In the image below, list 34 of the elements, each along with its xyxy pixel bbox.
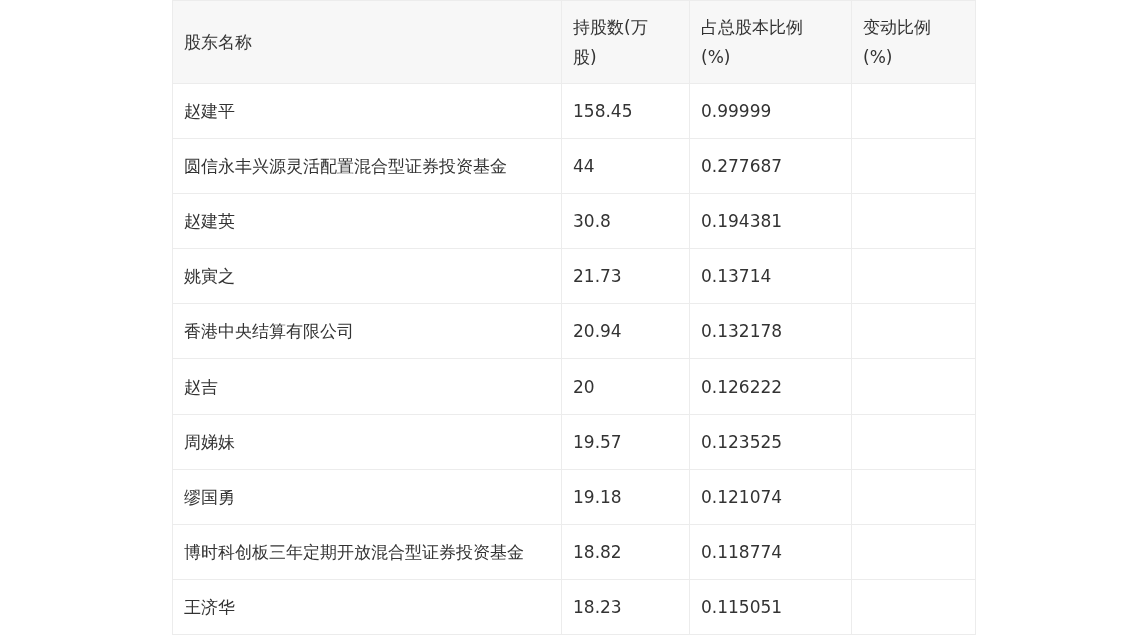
- table-cell: 0.123525: [689, 414, 852, 470]
- table-cell: 姚寅之: [172, 248, 562, 304]
- table-cell: 0.118774: [689, 524, 852, 580]
- table-cell: 30.8: [561, 193, 690, 249]
- table-cell: 0.132178: [689, 303, 852, 359]
- table-cell: 香港中央结算有限公司: [172, 303, 562, 359]
- table-cell: 0.13714: [689, 248, 852, 304]
- column-header: 股东名称: [172, 0, 562, 84]
- table-cell: 圆信永丰兴源灵活配置混合型证券投资基金: [172, 138, 562, 194]
- table-cell: 0.277687: [689, 138, 852, 194]
- table-cell: 18.82: [561, 524, 690, 580]
- table-cell: 0.99999: [689, 83, 852, 139]
- table-cell: 18.23: [561, 579, 690, 635]
- column-header: 变动比例(%): [851, 0, 976, 84]
- table-cell: 44: [561, 138, 690, 194]
- table-cell: 19.18: [561, 469, 690, 525]
- table-cell: 21.73: [561, 248, 690, 304]
- table-cell: 0.115051: [689, 579, 852, 635]
- table-cell: 0.126222: [689, 358, 852, 415]
- table-cell: 缪国勇: [172, 469, 562, 525]
- table-cell: 158.45: [561, 83, 690, 139]
- column-header: 持股数(万股): [561, 0, 690, 84]
- table-cell: 0.121074: [689, 469, 852, 525]
- table-cell: 博时科创板三年定期开放混合型证券投资基金: [172, 524, 562, 580]
- table-cell: 周娣妹: [172, 414, 562, 470]
- table-cell: 王济华: [172, 579, 562, 635]
- table-cell: 赵建平: [172, 83, 562, 139]
- table-cell: 20: [561, 358, 690, 415]
- table-cell: 赵吉: [172, 358, 562, 415]
- column-header: 占总股本比例(%): [689, 0, 852, 84]
- table-cell: 赵建英: [172, 193, 562, 249]
- table-cell: 20.94: [561, 303, 690, 359]
- table-cell: 19.57: [561, 414, 690, 470]
- table-cell: 0.194381: [689, 193, 852, 249]
